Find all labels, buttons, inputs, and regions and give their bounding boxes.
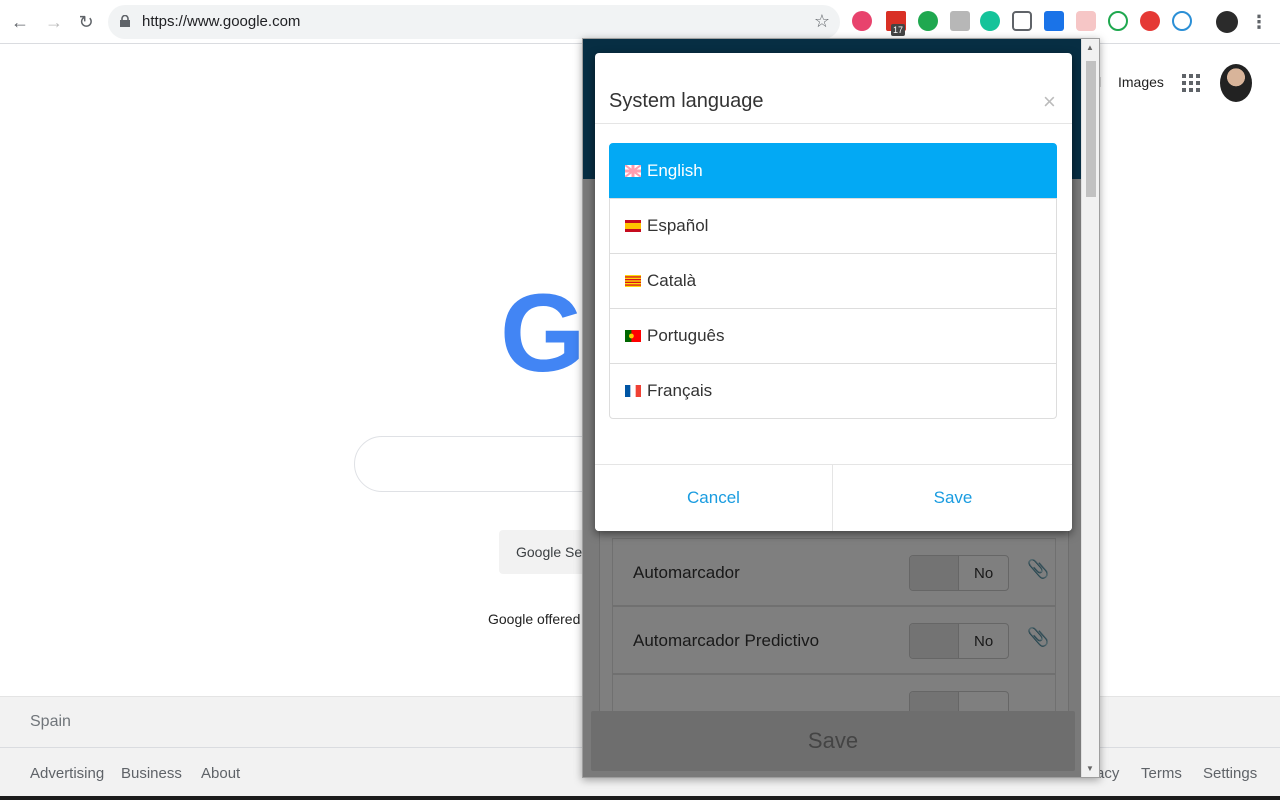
footer-country: Spain: [30, 713, 71, 730]
language-option-francais[interactable]: Français: [609, 363, 1057, 419]
language-option-catala[interactable]: Català: [609, 253, 1057, 309]
extension-icon-11[interactable]: [1172, 11, 1192, 31]
cancel-button[interactable]: Cancel: [595, 465, 833, 531]
back-icon[interactable]: ←: [8, 10, 32, 34]
extension-icon-9[interactable]: [1108, 11, 1128, 31]
scrollbar-thumb[interactable]: [1086, 61, 1096, 197]
catalonia-flag-icon: [625, 275, 641, 287]
language-name: Português: [647, 326, 725, 345]
footer-link-business[interactable]: Business: [121, 765, 182, 782]
save-button[interactable]: Save: [834, 465, 1072, 531]
offered-in-text: Google offered i: [488, 611, 588, 627]
address-bar[interactable]: https://www.google.com ☆: [108, 5, 840, 39]
url-text[interactable]: https://www.google.com: [142, 13, 300, 30]
spain-flag-icon: [625, 220, 641, 232]
extension-popup: Automarcador No 📎 Automarcador Predictiv…: [582, 38, 1100, 778]
extension-icon-10[interactable]: [1140, 11, 1160, 31]
apps-grid-icon[interactable]: [1182, 74, 1200, 92]
language-option-portugues[interactable]: Português: [609, 308, 1057, 364]
france-flag-icon: [625, 385, 641, 397]
modal-divider: [595, 123, 1072, 124]
forward-icon[interactable]: →: [42, 10, 66, 34]
browser-menu-icon[interactable]: ⋮: [1250, 10, 1268, 34]
language-option-english[interactable]: English: [609, 143, 1057, 199]
language-modal: System language × English Español Català…: [595, 53, 1072, 531]
google-account-avatar[interactable]: [1220, 64, 1252, 102]
active-extension-icon[interactable]: [1076, 11, 1096, 31]
pocket-icon[interactable]: [1012, 11, 1032, 31]
logo-letter-g: G: [500, 272, 586, 395]
extension-icon-4[interactable]: [950, 11, 970, 31]
language-list: English Español Català Português Françai…: [609, 143, 1057, 419]
language-name: Français: [647, 381, 713, 400]
os-taskbar: [0, 796, 1280, 800]
bookmark-star-icon[interactable]: ☆: [814, 11, 830, 32]
extension-badge: 17: [891, 24, 906, 36]
profile-avatar[interactable]: [1216, 11, 1238, 33]
id-extension-icon[interactable]: [1044, 11, 1064, 31]
lock-icon: [120, 15, 130, 27]
language-name: Español: [647, 216, 709, 235]
language-name: Català: [647, 271, 697, 290]
modal-title: System language: [609, 90, 764, 112]
extension-icon-1[interactable]: [852, 11, 872, 31]
footer-link-advertising[interactable]: Advertising: [30, 765, 104, 782]
language-option-espanol[interactable]: Español: [609, 198, 1057, 254]
reload-icon[interactable]: ↻: [74, 10, 98, 34]
grammarly-icon[interactable]: [980, 11, 1000, 31]
language-name: English: [647, 161, 703, 180]
popup-scrollbar[interactable]: ▲ ▼: [1081, 39, 1099, 777]
uk-flag-icon: [625, 165, 641, 177]
close-icon[interactable]: ×: [1043, 89, 1056, 115]
footer-link-about[interactable]: About: [201, 765, 240, 782]
footer-link-terms[interactable]: Terms: [1141, 765, 1182, 782]
scroll-up-icon[interactable]: ▲: [1086, 43, 1094, 52]
footer-link-settings[interactable]: Settings: [1203, 765, 1257, 782]
portugal-flag-icon: [625, 330, 641, 342]
extension-icon-3[interactable]: [918, 11, 938, 31]
images-link[interactable]: Images: [1118, 74, 1164, 90]
scroll-down-icon[interactable]: ▼: [1086, 764, 1094, 773]
